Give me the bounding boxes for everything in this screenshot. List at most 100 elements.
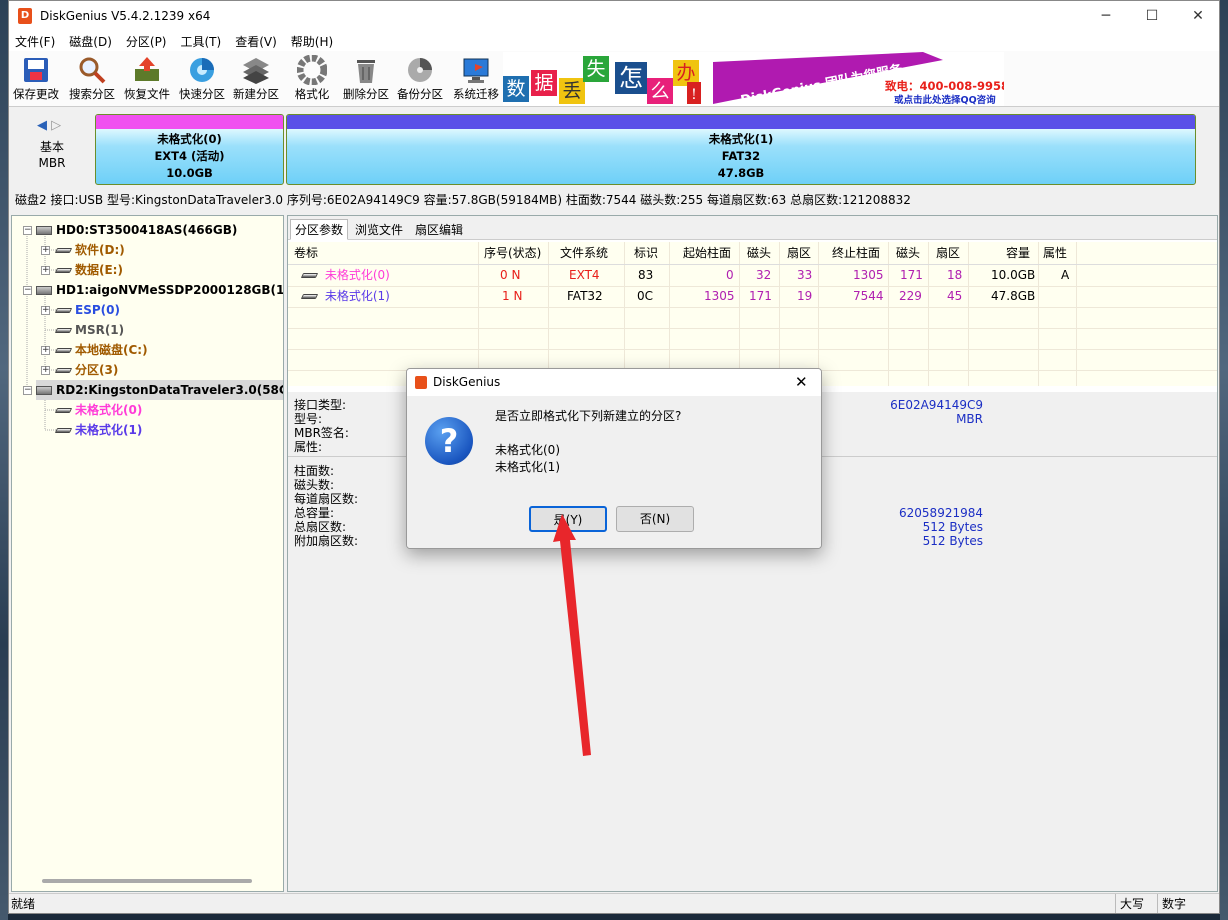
save-icon <box>21 55 51 85</box>
tree-partition-unformatted-1[interactable]: 未格式化(1) <box>54 420 142 440</box>
tree-partition-3[interactable]: 分区(3) <box>54 360 118 380</box>
total-bytes-value: 62058921984 <box>899 506 983 520</box>
desktop-background-right <box>1220 0 1228 920</box>
tab-sector-editor[interactable]: 扇区编辑 <box>410 219 468 240</box>
collapse-toggle[interactable]: − <box>23 226 32 235</box>
save-changes-button[interactable]: 保存更改 <box>9 53 63 105</box>
dialog-item: 未格式化(1) <box>495 460 560 474</box>
expand-toggle[interactable]: + <box>41 246 50 255</box>
tree-disk-rd2-selected[interactable]: RD2:KingstonDataTraveler3.0(58GB) <box>36 380 283 400</box>
no-button[interactable]: 否(N) <box>616 506 694 532</box>
expand-toggle[interactable]: + <box>41 346 50 355</box>
delete-partition-button[interactable]: 删除分区 <box>339 53 393 105</box>
col-header-end-sector[interactable]: 扇区 <box>936 242 960 264</box>
tree-horizontal-scrollbar[interactable] <box>42 879 252 883</box>
quick-partition-button[interactable]: 快速分区 <box>175 53 229 105</box>
menu-tools[interactable]: 工具(T) <box>181 33 222 50</box>
format-confirm-dialog: DiskGenius ✕ ? 是否立即格式化下列新建立的分区? 未格式化(0) … <box>406 368 822 549</box>
menu-view[interactable]: 查看(V) <box>235 33 277 50</box>
trash-icon <box>351 55 381 85</box>
total-capacity-label: 总容量: <box>294 506 335 520</box>
menu-partition[interactable]: 分区(P) <box>126 33 167 50</box>
new-partition-icon <box>241 55 271 85</box>
banner-char: 丢 <box>559 78 585 104</box>
minimize-button[interactable]: ─ <box>1083 1 1129 31</box>
tree-partition-d[interactable]: 软件(D:) <box>54 240 125 260</box>
tree-partition-e[interactable]: 数据(E:) <box>54 260 123 280</box>
tree-partition-esp[interactable]: ESP(0) <box>54 300 120 320</box>
format-button[interactable]: 格式化 <box>285 53 339 105</box>
yes-button[interactable]: 是(Y) <box>529 506 607 532</box>
partition-icon <box>54 308 73 313</box>
partition-icon <box>54 428 73 433</box>
magnifier-icon <box>77 55 107 85</box>
col-header-start-cyl[interactable]: 起始柱面 <box>683 242 731 264</box>
partition-color-bar <box>96 115 283 129</box>
partition-block-1[interactable]: 未格式化(1) FAT32 47.8GB <box>286 114 1196 185</box>
recover-files-button[interactable]: 恢复文件 <box>120 53 174 105</box>
tree-disk-hd1[interactable]: HD1:aigoNVMeSSDP2000128GB(119GB) <box>36 280 283 300</box>
search-partition-button[interactable]: 搜索分区 <box>65 53 119 105</box>
partition-icon <box>54 268 73 273</box>
col-header-end-cyl[interactable]: 终止柱面 <box>832 242 880 264</box>
expand-toggle[interactable]: + <box>41 366 50 375</box>
close-button[interactable]: ✕ <box>1175 1 1219 31</box>
dialog-item: 未格式化(0) <box>495 443 560 457</box>
desktop-background-left <box>0 0 8 920</box>
col-header-capacity[interactable]: 容量 <box>1006 242 1030 264</box>
disk-map: ◀ ▷ 基本 MBR 未格式化(0) EXT4 (活动) 10.0GB 未格式化… <box>9 107 1219 189</box>
right-panel: 分区参数 浏览文件 扇区编辑 卷标 序号(状态) 文件系统 标识 起始柱面 磁头… <box>287 215 1218 892</box>
partition-block-0[interactable]: 未格式化(0) EXT4 (活动) 10.0GB <box>95 114 284 185</box>
col-header-label[interactable]: 卷标 <box>294 242 318 264</box>
sectors-per-track-label: 每道扇区数: <box>294 492 359 506</box>
partition-style-value: MBR <box>956 412 983 426</box>
col-header-attr[interactable]: 属性 <box>1043 242 1067 264</box>
tree-partition-msr[interactable]: MSR(1) <box>54 320 124 340</box>
previous-disk-icon[interactable]: ◀ <box>37 118 47 133</box>
tab-partition-params[interactable]: 分区参数 <box>290 219 349 240</box>
expand-toggle[interactable]: + <box>41 306 50 315</box>
tree-partition-unformatted-0[interactable]: 未格式化(0) <box>54 400 142 420</box>
backup-partition-button[interactable]: 备份分区 <box>393 53 447 105</box>
tab-browse-files[interactable]: 浏览文件 <box>350 219 408 240</box>
next-disk-icon[interactable]: ▷ <box>51 118 61 133</box>
disk-nav: ◀ ▷ <box>37 118 61 133</box>
toolbar: 保存更改 搜索分区 恢复文件 快速分区 新建分区 格式化 删除分区 备份分区 系… <box>9 51 1219 107</box>
hard-disk-icon <box>36 226 52 235</box>
physical-sector-size-value: 512 Bytes <box>922 534 983 548</box>
collapse-toggle[interactable]: − <box>23 386 32 395</box>
banner-char: ! <box>687 82 701 104</box>
title-bar: D DiskGenius V5.4.2.1239 x64 ─ ☐ ✕ <box>9 1 1219 31</box>
menu-disk[interactable]: 磁盘(D) <box>69 33 112 50</box>
col-header-end-head[interactable]: 磁头 <box>896 242 920 264</box>
partition-icon <box>54 408 73 413</box>
heads-label: 磁头数: <box>294 478 335 492</box>
menu-file[interactable]: 文件(F) <box>15 33 55 50</box>
tree-disk-hd0[interactable]: HD0:ST3500418AS(466GB) <box>36 220 237 240</box>
diskgenius-app-icon: D <box>18 8 32 24</box>
migrate-icon <box>461 55 491 85</box>
collapse-toggle[interactable]: − <box>23 286 32 295</box>
extra-sectors-label: 附加扇区数: <box>294 534 359 548</box>
dialog-app-icon <box>415 376 427 389</box>
partition-color-bar <box>287 115 1195 129</box>
expand-toggle[interactable]: + <box>41 266 50 275</box>
system-migrate-button[interactable]: 系统迁移 <box>449 53 503 105</box>
col-header-start-sector[interactable]: 扇区 <box>787 242 811 264</box>
maximize-button[interactable]: ☐ <box>1129 1 1175 31</box>
serial-value: 6E02A94149C9 <box>890 398 983 412</box>
col-header-index[interactable]: 序号(状态) <box>484 242 541 264</box>
tab-bar: 分区参数 浏览文件 扇区编辑 <box>288 216 1217 240</box>
col-header-id[interactable]: 标识 <box>634 242 658 264</box>
caps-lock-indicator: 大写 <box>1115 894 1144 913</box>
dialog-close-button[interactable]: ✕ <box>795 369 808 396</box>
num-lock-indicator: 数字 <box>1157 894 1186 913</box>
menu-help[interactable]: 帮助(H) <box>291 33 333 50</box>
advertisement-banner[interactable]: 数 据 丢 失 怎 么 办 ! DiskGenius 团队为您服务 致电：400… <box>503 52 1004 106</box>
new-partition-button[interactable]: 新建分区 <box>229 53 283 105</box>
col-header-fs[interactable]: 文件系统 <box>560 242 608 264</box>
disk-info-line: 磁盘2 接口:USB 型号:KingstonDataTraveler3.0 序列… <box>15 193 911 207</box>
disk-tree: − HD0:ST3500418AS(466GB) + 软件(D:) + 数据(E… <box>11 215 284 892</box>
col-header-start-head[interactable]: 磁头 <box>747 242 771 264</box>
tree-partition-c[interactable]: 本地磁盘(C:) <box>54 340 148 360</box>
